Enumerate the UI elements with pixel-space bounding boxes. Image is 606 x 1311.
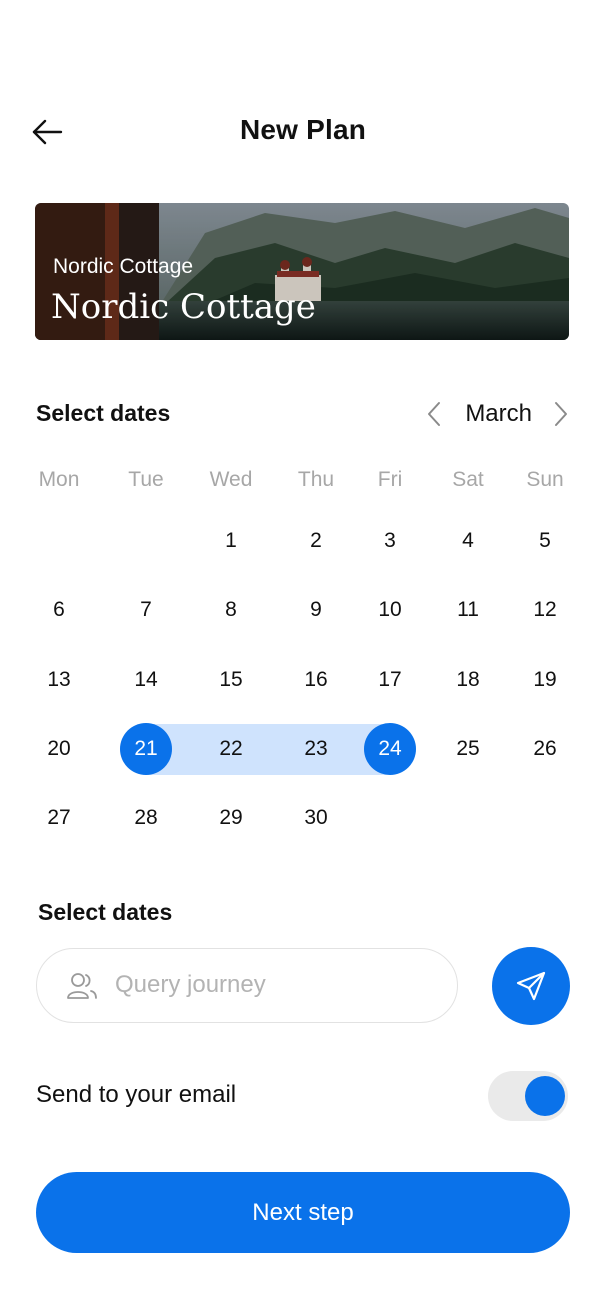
query-section-label: Select dates — [38, 899, 173, 925]
day-22[interactable]: 22 — [205, 723, 257, 775]
day-23[interactable]: 23 — [290, 723, 342, 775]
day-9[interactable]: 9 — [290, 584, 342, 636]
day-27[interactable]: 27 — [33, 792, 85, 844]
day-13[interactable]: 13 — [33, 654, 85, 706]
day-25[interactable]: 25 — [442, 723, 494, 775]
weekday-sun: Sun — [526, 468, 564, 491]
day-2[interactable]: 2 — [290, 515, 342, 567]
day-16[interactable]: 16 — [290, 654, 342, 706]
weekday-thu: Thu — [297, 468, 335, 491]
day-15[interactable]: 15 — [205, 654, 257, 706]
day-8[interactable]: 8 — [205, 584, 257, 636]
send-button[interactable] — [492, 947, 570, 1025]
users-icon — [67, 973, 97, 999]
hero-subtitle: Nordic Cottage — [53, 255, 194, 278]
day-24[interactable]: 24 — [364, 723, 416, 775]
weekday-mon: Mon — [38, 468, 80, 491]
chevron-left-icon — [428, 402, 441, 426]
prev-month-button[interactable] — [423, 400, 445, 428]
weekday-fri: Fri — [377, 468, 403, 491]
page-title: New Plan — [239, 114, 367, 145]
selected-range-highlight — [146, 724, 390, 775]
hero-title: Nordic Cottage — [51, 287, 316, 327]
next-month-button[interactable] — [550, 400, 572, 428]
day-11[interactable]: 11 — [442, 584, 494, 636]
day-21[interactable]: 21 — [120, 723, 172, 775]
day-3[interactable]: 3 — [364, 515, 416, 567]
toggle-knob — [525, 1076, 565, 1116]
destination-card[interactable]: Nordic Cottage Nordic Cottage — [35, 203, 569, 340]
weekday-tue: Tue — [128, 468, 164, 491]
email-toggle[interactable] — [488, 1071, 568, 1121]
query-input[interactable] — [115, 949, 435, 1021]
day-4[interactable]: 4 — [442, 515, 494, 567]
chevron-right-icon — [555, 402, 567, 426]
month-navigator: March — [423, 396, 572, 432]
weekday-wed: Wed — [209, 468, 253, 491]
day-20[interactable]: 20 — [33, 723, 85, 775]
day-7[interactable]: 7 — [120, 584, 172, 636]
day-17[interactable]: 17 — [364, 654, 416, 706]
email-option-row: Send to your email — [36, 1070, 570, 1122]
calendar-header: Select dates March — [36, 396, 572, 432]
day-29[interactable]: 29 — [205, 792, 257, 844]
day-19[interactable]: 19 — [519, 654, 571, 706]
day-1[interactable]: 1 — [205, 515, 257, 567]
day-14[interactable]: 14 — [120, 654, 172, 706]
day-18[interactable]: 18 — [442, 654, 494, 706]
day-12[interactable]: 12 — [519, 584, 571, 636]
weekday-row: Mon Tue Wed Thu Fri Sat Sun — [0, 468, 606, 498]
day-30[interactable]: 30 — [290, 792, 342, 844]
weekday-sat: Sat — [452, 468, 484, 491]
month-label: March — [465, 400, 532, 427]
email-toggle-label: Send to your email — [36, 1081, 237, 1108]
day-5[interactable]: 5 — [519, 515, 571, 567]
query-field[interactable] — [36, 948, 458, 1023]
day-28[interactable]: 28 — [120, 792, 172, 844]
paper-plane-icon — [516, 971, 546, 1001]
day-10[interactable]: 10 — [364, 584, 416, 636]
day-6[interactable]: 6 — [33, 584, 85, 636]
next-step-button[interactable]: Next step — [36, 1172, 570, 1253]
calendar-section-label: Select dates — [36, 400, 171, 426]
day-26[interactable]: 26 — [519, 723, 571, 775]
top-bar: New Plan — [0, 108, 606, 156]
